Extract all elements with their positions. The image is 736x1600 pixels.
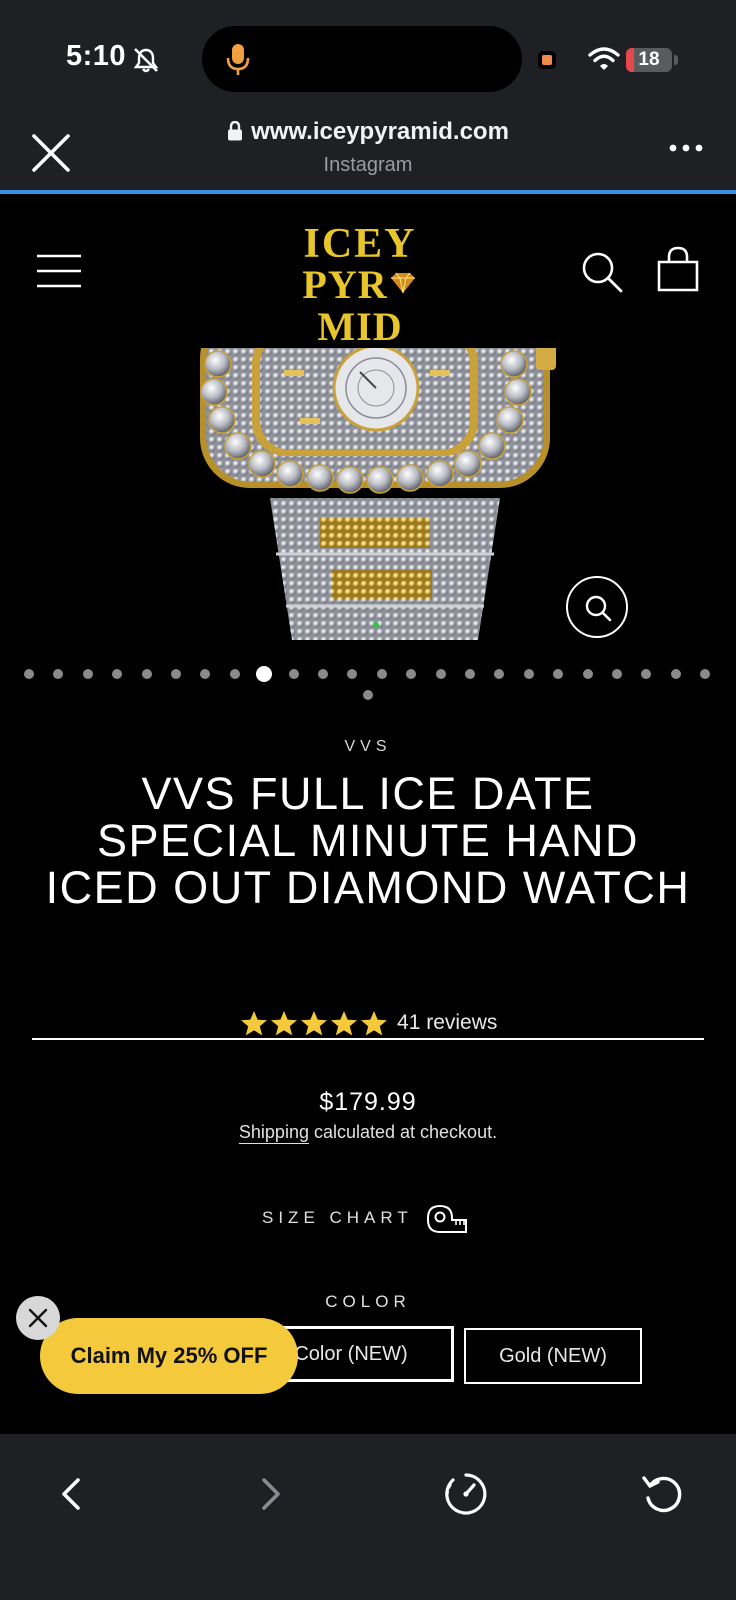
shipping-note: Shipping calculated at checkout. (0, 1122, 736, 1143)
browser-toolbar (0, 1434, 736, 1600)
back-icon[interactable] (52, 1474, 92, 1514)
wifi-icon (588, 47, 620, 70)
pagination-dot[interactable] (363, 690, 373, 700)
dynamic-island (202, 26, 522, 92)
shipping-text: calculated at checkout. (308, 1122, 498, 1142)
size-chart-button[interactable]: SIZE CHART (262, 1204, 502, 1240)
pagination-dot[interactable] (112, 669, 123, 679)
pagination-dot[interactable] (200, 669, 211, 679)
image-pagination (0, 666, 736, 706)
rating-stars (239, 1010, 389, 1036)
pagination-dot[interactable] (612, 669, 622, 679)
star-icon (330, 1011, 357, 1036)
more-icon[interactable] (668, 142, 704, 154)
pagination-dot[interactable] (53, 669, 64, 679)
recording-indicator (538, 51, 556, 69)
store-header: ICEY PYRMID (0, 194, 736, 348)
speed-icon[interactable] (444, 1472, 488, 1516)
bell-slash-icon (133, 48, 159, 73)
status-time: 5:10 (66, 40, 127, 72)
status-bar: 5:10 18 (0, 0, 736, 112)
pagination-dot[interactable] (229, 669, 240, 679)
pagination-dot[interactable] (494, 669, 505, 679)
pagination-dot[interactable] (347, 669, 358, 679)
shopping-bag-icon[interactable] (656, 246, 700, 292)
pagination-dot[interactable] (82, 669, 93, 679)
star-icon (240, 1011, 267, 1036)
reviews-count: 41 reviews (397, 1011, 498, 1034)
pagination-dot[interactable] (582, 669, 593, 679)
pagination-dot[interactable] (641, 669, 652, 679)
logo-text-right: MID (317, 304, 403, 349)
pagination-dot[interactable] (376, 669, 387, 679)
pagination-dot[interactable] (24, 669, 34, 679)
product-price: $179.99 (319, 1088, 417, 1116)
store-logo[interactable]: ICEY PYRMID (260, 221, 460, 348)
url-text: www.iceypyramid.com (251, 118, 509, 145)
divider (32, 1038, 704, 1040)
shipping-link[interactable]: Shipping (239, 1122, 309, 1142)
product-rating[interactable]: 41 reviews (0, 1010, 736, 1036)
pagination-dot[interactable] (553, 669, 564, 679)
pagination-dot[interactable] (171, 669, 181, 679)
pagination-dot[interactable] (465, 669, 475, 679)
size-chart-label: SIZE CHART (262, 1208, 413, 1227)
color-label: COLOR (325, 1292, 411, 1311)
diamond-icon (390, 272, 415, 294)
star-icon (300, 1011, 327, 1036)
source-label: Instagram (323, 154, 413, 176)
pagination-dot[interactable] (318, 669, 328, 679)
pagination-dot[interactable] (406, 669, 417, 679)
hamburger-menu-icon[interactable] (36, 254, 82, 288)
lock-icon (228, 121, 243, 141)
claim-discount-button[interactable]: Claim My 25% OFF (40, 1318, 298, 1394)
zoom-in-icon (585, 595, 612, 622)
zoom-button[interactable] (566, 576, 628, 638)
close-icon (28, 1308, 48, 1328)
pagination-dot[interactable] (141, 669, 152, 679)
measuring-tape-icon (427, 1204, 467, 1233)
pagination-dot[interactable] (256, 666, 273, 682)
search-icon[interactable] (580, 250, 624, 294)
color-option-gold-new[interactable]: Gold (NEW) (464, 1328, 642, 1384)
battery-tip (674, 55, 678, 65)
address-bar[interactable]: www.iceypyramid.com Instagram (160, 118, 576, 177)
promo-close-button[interactable] (16, 1296, 60, 1340)
product-title: VVS FULL ICE DATE SPECIAL MINUTE HAND IC… (45, 768, 691, 913)
pagination-dot[interactable] (670, 669, 681, 679)
pagination-dot[interactable] (288, 669, 299, 679)
star-icon (270, 1011, 297, 1036)
pagination-dot[interactable] (523, 669, 534, 679)
microphone-icon (226, 44, 250, 75)
forward-icon[interactable] (250, 1474, 290, 1514)
logo-text-top: ICEY (303, 221, 417, 267)
pagination-dot[interactable] (700, 669, 711, 679)
pagination-dot[interactable] (435, 669, 446, 679)
product-image[interactable] (200, 348, 570, 640)
logo-text-bottom: PYRMID (260, 264, 460, 348)
star-icon (360, 1011, 387, 1036)
battery-percent: 18 (638, 49, 660, 70)
battery-icon: 18 (626, 48, 672, 72)
browser-bar: www.iceypyramid.com Instagram (0, 112, 736, 192)
logo-text-left: PYR (302, 262, 388, 307)
close-icon[interactable] (30, 132, 72, 174)
reload-icon[interactable] (640, 1472, 684, 1516)
product-vendor[interactable]: VVS (0, 738, 736, 756)
